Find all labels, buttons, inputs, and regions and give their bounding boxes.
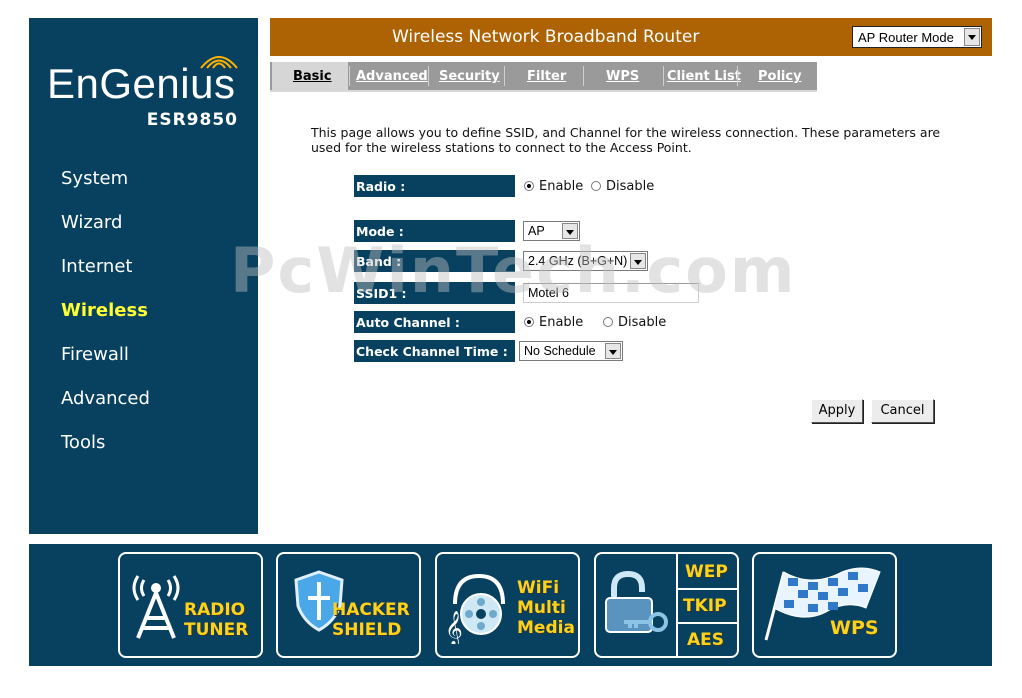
feature-wps: WPS (752, 552, 897, 658)
page-description: This page allows you to define SSID, and… (311, 125, 941, 155)
mode-select[interactable]: AP Router Mode (852, 26, 982, 48)
check-channel-time-value: No Schedule (524, 344, 596, 358)
ssid-label: SSID1 : (354, 282, 515, 304)
feature-banner: RADIO TUNER HACKER SHIELD 𝄞 WiFi Multi M… (29, 544, 992, 666)
apply-button[interactable]: Apply (811, 399, 863, 423)
auto-channel-enable-radio[interactable] (524, 317, 534, 327)
nav-item-internet[interactable]: Internet (61, 256, 132, 277)
chevron-down-icon[interactable] (605, 343, 621, 359)
mode-dropdown[interactable]: AP (523, 221, 580, 241)
tab-bar: Basic Advanced Security Filter WPS Clien… (270, 62, 817, 92)
tab-divider (504, 66, 505, 86)
tab-divider (737, 66, 738, 86)
tab-divider (349, 66, 350, 86)
cancel-button[interactable]: Cancel (871, 399, 934, 423)
nav-item-system[interactable]: System (61, 168, 128, 189)
mode-dropdown-value: AP (528, 224, 545, 238)
auto-channel-disable-label: Disable (618, 315, 667, 330)
divider (676, 588, 737, 590)
nav-item-advanced[interactable]: Advanced (61, 388, 150, 409)
feature-text: WPS (830, 617, 879, 639)
auto-channel-label: Auto Channel : (354, 311, 515, 333)
feature-encryption: WEP TKIP AES (594, 552, 739, 658)
lock-icon (605, 570, 668, 633)
mode-label: Mode : (354, 220, 515, 242)
divider (676, 622, 737, 624)
tab-advanced[interactable]: Advanced (356, 69, 428, 84)
feature-text: WiFi (517, 578, 560, 598)
nav-item-wizard[interactable]: Wizard (61, 212, 122, 233)
tab-basic[interactable]: Basic (293, 69, 332, 84)
tab-divider (583, 66, 584, 86)
mode-select-value: AP Router Mode (858, 30, 954, 45)
nav-item-tools[interactable]: Tools (61, 432, 105, 453)
chevron-down-icon[interactable] (562, 223, 578, 239)
auto-channel-disable-radio[interactable] (603, 317, 613, 327)
chevron-down-icon[interactable] (630, 253, 646, 269)
auto-channel-enable-label: Enable (539, 315, 584, 330)
radio-enable-radio[interactable] (524, 181, 534, 191)
tab-security[interactable]: Security (439, 69, 500, 84)
band-dropdown-value: 2.4 GHz (B+G+N) (528, 254, 628, 268)
multimedia-icon: 𝄞 (445, 573, 505, 644)
tab-policy[interactable]: Policy (758, 69, 802, 84)
tab-filter[interactable]: Filter (527, 69, 566, 84)
tab-wps[interactable]: WPS (606, 69, 639, 84)
ssid-input[interactable] (523, 283, 699, 303)
radio-tower-icon (132, 575, 180, 639)
svg-text:𝄞: 𝄞 (445, 611, 463, 644)
radio-label: Radio : (354, 175, 515, 197)
nav-item-wireless[interactable]: Wireless (61, 300, 148, 321)
radio-enable-label: Enable (539, 179, 584, 194)
divider (676, 554, 678, 656)
radio-disable-label: Disable (606, 179, 655, 194)
band-label: Band : (354, 250, 515, 272)
page-header: Wireless Network Broadband Router AP Rou… (270, 18, 992, 56)
feature-text: TKIP (683, 596, 727, 616)
nav-item-firewall[interactable]: Firewall (61, 344, 129, 365)
feature-text: SHIELD (332, 620, 402, 640)
radio-disable-radio[interactable] (591, 181, 601, 191)
feature-hacker-shield: HACKER SHIELD (276, 552, 421, 658)
band-dropdown[interactable]: 2.4 GHz (B+G+N) (523, 251, 648, 271)
sidebar: EnGenius ESR9850 System Wizard Internet … (29, 18, 258, 534)
brand-logo: EnGenius (47, 60, 236, 107)
feature-text: TUNER (184, 620, 249, 640)
tab-divider (663, 66, 664, 86)
model-name: ESR9850 (146, 110, 238, 130)
header-title: Wireless Network Broadband Router (392, 27, 700, 47)
feature-text: AES (687, 630, 725, 650)
feature-text: Multi (517, 598, 566, 618)
tab-client-list[interactable]: Client List (667, 69, 741, 84)
feature-text: WEP (685, 562, 728, 582)
feature-text: HACKER (332, 600, 410, 620)
tab-divider (428, 66, 429, 86)
feature-text: RADIO (184, 600, 246, 620)
feature-radio-tuner: RADIO TUNER (118, 552, 263, 658)
check-channel-time-dropdown[interactable]: No Schedule (519, 341, 623, 361)
feature-wifi-multimedia: 𝄞 WiFi Multi Media (435, 552, 580, 658)
check-channel-time-label: Check Channel Time : (354, 340, 515, 362)
chevron-down-icon[interactable] (964, 28, 980, 46)
feature-text: Media (517, 618, 575, 638)
